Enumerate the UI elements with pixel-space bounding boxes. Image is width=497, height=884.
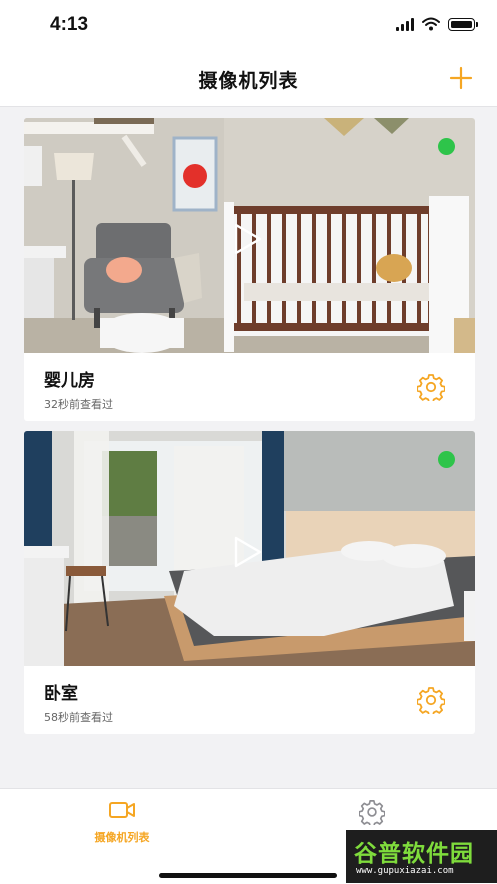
camera-last-viewed: 58秒前查看过 — [44, 711, 113, 724]
tab-label: 摄像机列表 — [94, 831, 150, 844]
video-camera-icon — [109, 802, 135, 818]
camera-card[interactable]: 婴儿房 32秒前查看过 — [24, 118, 475, 421]
gear-icon — [417, 374, 445, 401]
watermark: 谷普软件园 www.gupuxiazai.com — [346, 830, 497, 883]
camera-preview[interactable] — [24, 431, 475, 666]
online-status-dot — [438, 138, 455, 155]
camera-last-viewed: 32秒前查看过 — [44, 398, 113, 411]
status-bar: 4:13 — [0, 0, 497, 52]
status-time: 4:13 — [50, 14, 89, 35]
camera-name: 卧室 — [44, 684, 78, 704]
camera-card[interactable]: 卧室 58秒前查看过 — [24, 431, 475, 734]
add-camera-button[interactable] — [449, 66, 473, 90]
play-icon[interactable] — [230, 535, 264, 569]
tab-settings[interactable] — [292, 799, 452, 833]
play-icon[interactable] — [230, 222, 264, 256]
watermark-text: 谷普软件园 — [354, 841, 474, 867]
home-indicator — [159, 873, 337, 878]
online-status-dot — [438, 451, 455, 468]
camera-settings-button[interactable] — [417, 373, 445, 401]
page-title: 摄像机列表 — [198, 70, 299, 92]
wifi-icon — [422, 17, 440, 31]
tab-camera-list[interactable]: 摄像机列表 — [42, 799, 202, 845]
camera-settings-button[interactable] — [417, 686, 445, 714]
status-icons — [396, 17, 478, 31]
gear-icon — [358, 800, 386, 828]
plus-icon — [449, 66, 473, 90]
camera-name: 婴儿房 — [44, 371, 95, 391]
nav-bar: 摄像机列表 — [0, 52, 497, 107]
camera-preview[interactable] — [24, 118, 475, 353]
gear-icon — [417, 687, 445, 714]
battery-icon — [448, 17, 478, 31]
cellular-signal-icon — [396, 17, 414, 31]
watermark-url: www.gupuxiazai.com — [356, 866, 454, 876]
